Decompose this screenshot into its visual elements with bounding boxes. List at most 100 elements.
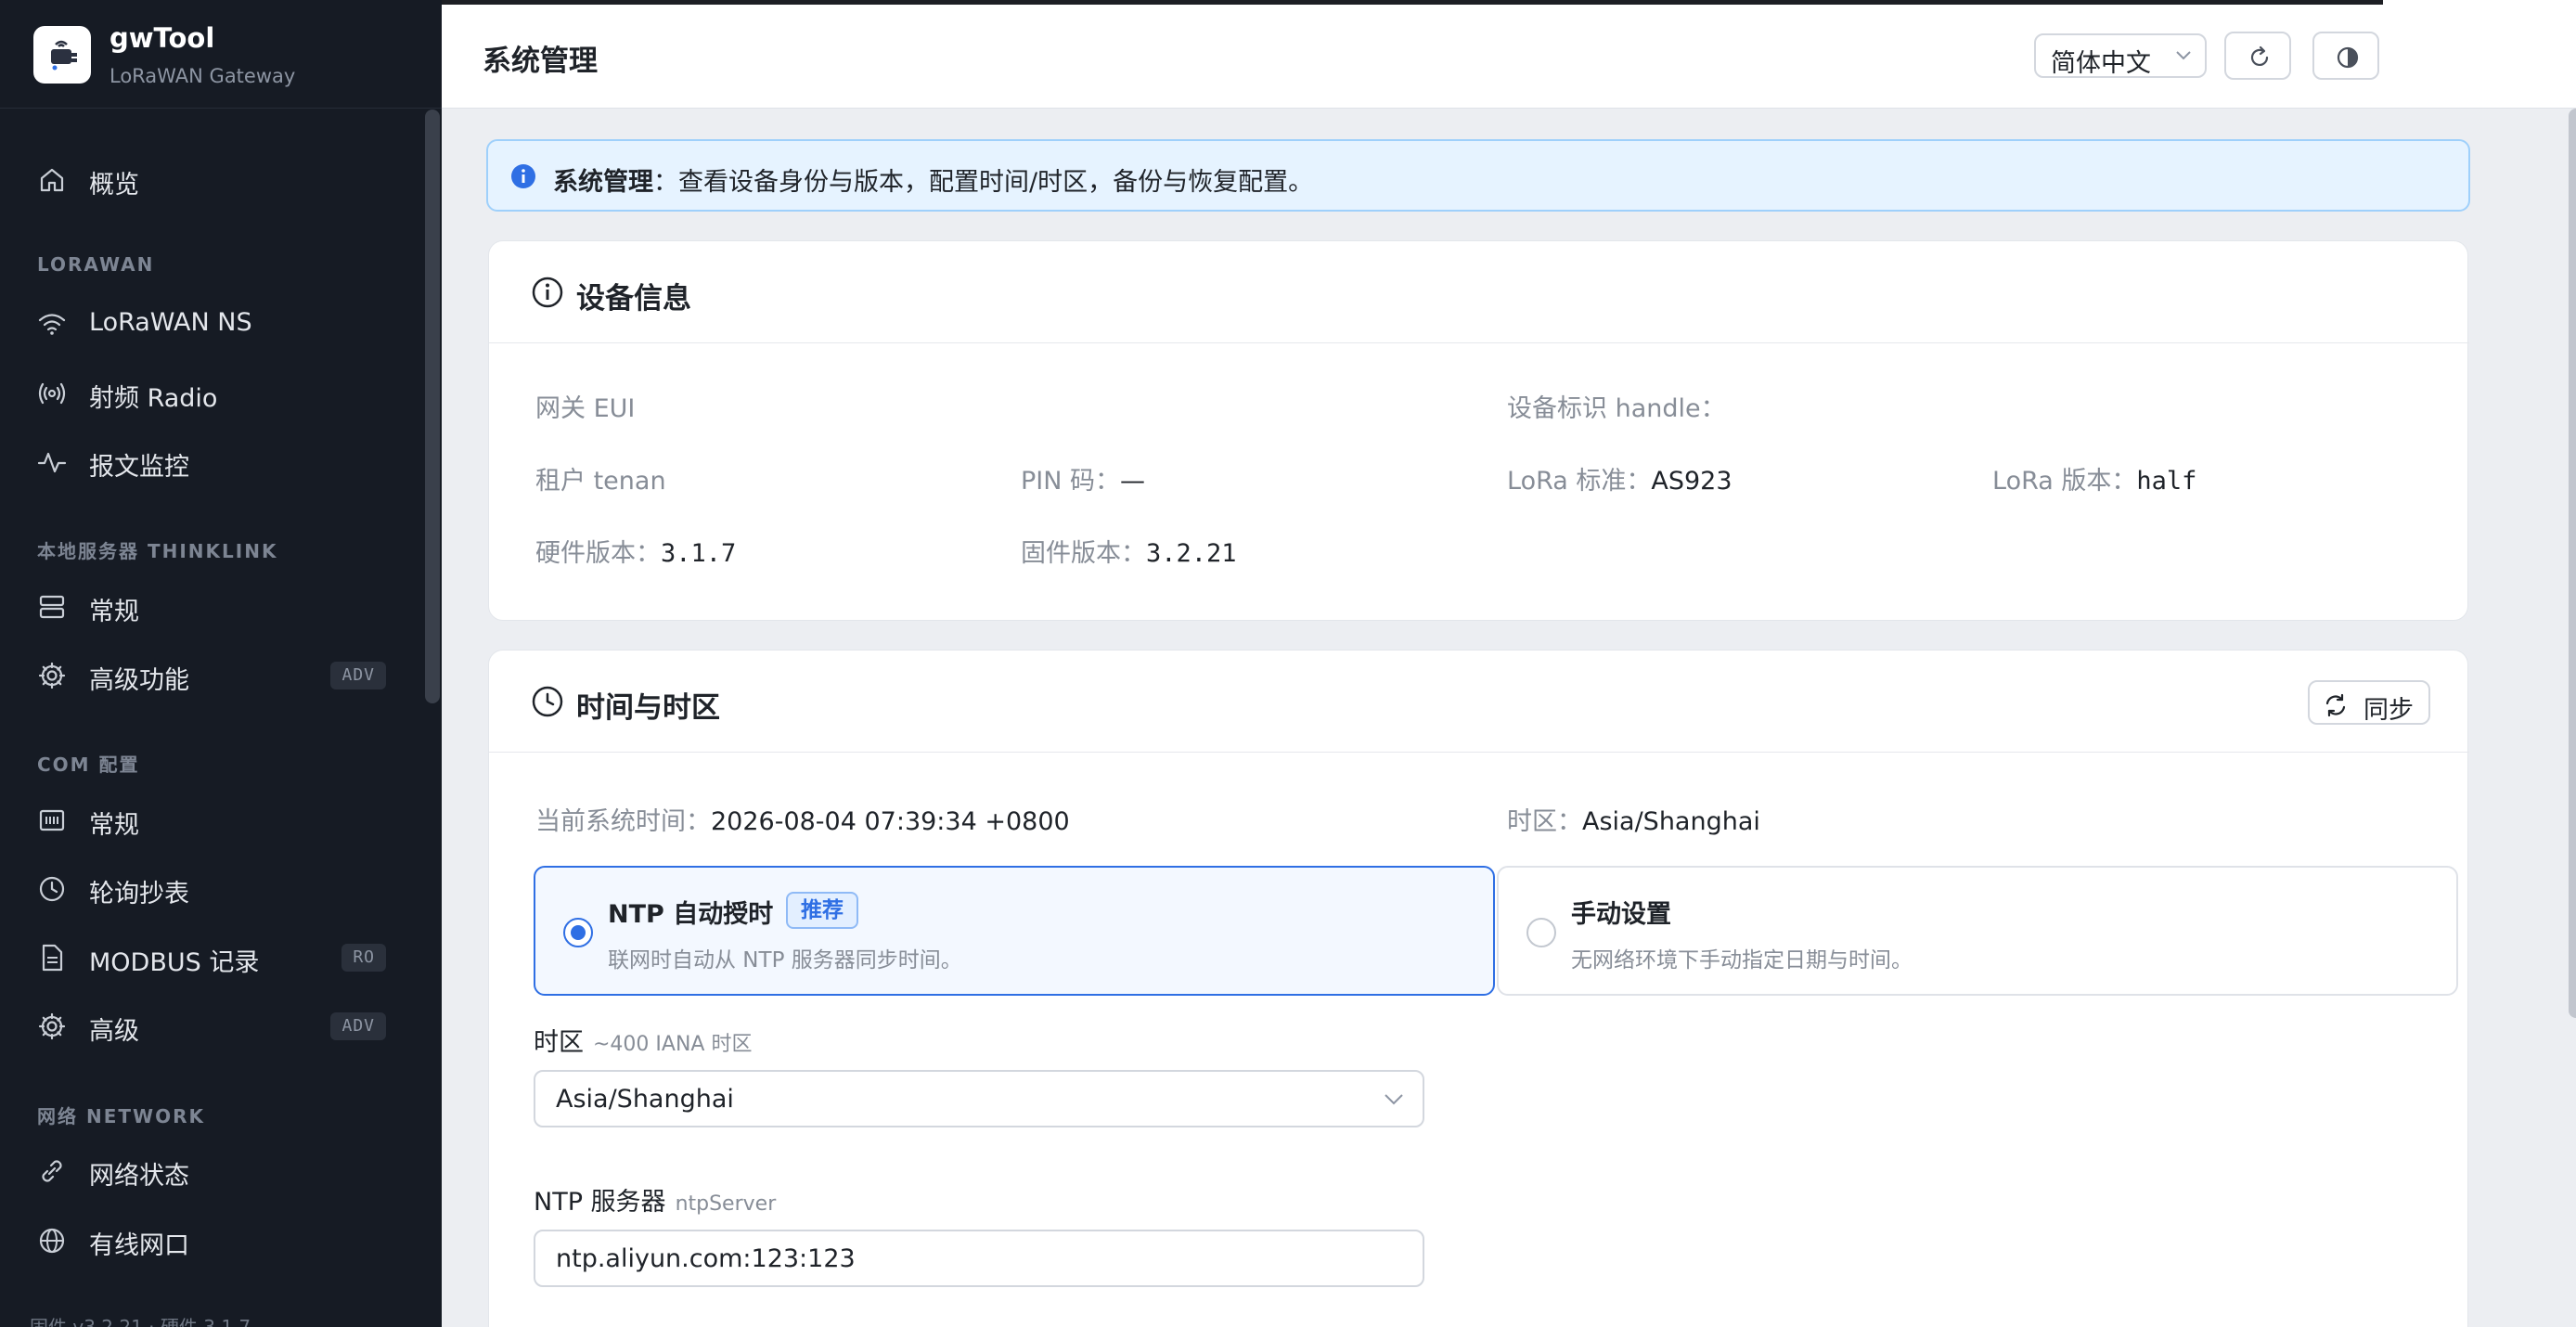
section-lorawan: LORAWAN: [37, 253, 155, 276]
chevron-down-icon: [1385, 1094, 1403, 1105]
gateway-logo-icon: [33, 26, 91, 84]
section-thinklink: 本地服务器 THINKLINK: [37, 540, 278, 562]
timezone-select-value: Asia/Shanghai: [556, 1085, 734, 1114]
info-alert: 系统管理：查看设备身份与版本，配置时间/时区，备份与恢复配置。: [486, 139, 2470, 212]
ntp-server-input[interactable]: ntp.aliyun.com:123:123: [534, 1230, 1424, 1287]
info-outline-icon: [532, 277, 563, 308]
ntp-option-desc: 联网时自动从 NTP 服务器同步时间。: [608, 948, 962, 973]
sidebar-item-label: 射频 Radio: [89, 384, 218, 413]
gear-icon: [38, 1012, 66, 1040]
sidebar-item-label: 常规: [89, 598, 139, 626]
timezone-value: Asia/Shanghai: [1582, 807, 1760, 836]
top-header: 系统管理 简体中文: [442, 0, 2576, 109]
pin-field: PIN 码：—: [1021, 467, 1146, 496]
radio-signal-icon: [38, 382, 66, 405]
hardware-version-field: 硬件版本：3.1.7: [535, 539, 737, 568]
firmware-version-field: 固件版本：3.2.21: [1021, 539, 1237, 568]
card-header: 时间与时区 同步: [489, 651, 2469, 753]
refresh-icon: [2250, 45, 2269, 66]
sidebar-item-thinklink-general[interactable]: 常规: [0, 578, 423, 636]
page-title: 系统管理: [483, 45, 598, 78]
brand-subtitle: LoRaWAN Gateway: [109, 65, 296, 87]
alert-body: ：查看设备身份与版本，配置时间/时区，备份与恢复配置。: [653, 168, 1314, 197]
lora-standard-field: LoRa 标准：AS923: [1507, 467, 1732, 496]
wifi-icon: [38, 314, 66, 335]
clock-icon: [39, 876, 65, 902]
sync-button[interactable]: 同步: [2308, 680, 2430, 725]
recommended-tag: 推荐: [786, 892, 858, 929]
gateway-eui-field: 网关 EUI: [535, 394, 636, 423]
sidebar-scrollbar[interactable]: [425, 110, 440, 703]
language-value: 简体中文: [2051, 49, 2151, 78]
current-time-field: 当前系统时间：2026-08-04 07:39:34 +0800: [535, 807, 1070, 836]
sync-icon: [2325, 693, 2346, 717]
document-icon: [42, 944, 63, 972]
server-icon: [39, 595, 65, 619]
timezone-field: 时区：Asia/Shanghai: [1507, 807, 1760, 836]
link-icon: [42, 1160, 62, 1182]
top-progress-line: [442, 0, 2383, 5]
activity-icon: [37, 452, 67, 473]
tenant-field: 租户 tenan: [535, 467, 666, 496]
ntp-radio[interactable]: [563, 918, 593, 947]
sidebar-item-label: 高级: [89, 1017, 139, 1046]
brand-title: gwTool: [109, 22, 215, 54]
sidebar-item-com-general[interactable]: 常规: [0, 792, 423, 849]
section-com: COM 配置: [37, 754, 140, 776]
contrast-icon: [2337, 46, 2359, 69]
sidebar-item-radio[interactable]: 射频 Radio: [0, 365, 423, 422]
ntp-option-title: NTP 自动授时: [608, 900, 774, 929]
clock-icon: [532, 686, 563, 717]
manual-option-title: 手动设置: [1571, 900, 1671, 929]
manual-option[interactable]: 手动设置 无网络环境下手动指定日期与时间。: [1497, 866, 2458, 996]
theme-toggle-button[interactable]: [2312, 32, 2379, 80]
sidebar-item-packet-monitor[interactable]: 报文监控: [0, 433, 423, 491]
sidebar-item-label: 有线网口: [89, 1231, 189, 1260]
lora-version-value: half: [2136, 467, 2197, 496]
brand: gwTool LoRaWAN Gateway: [0, 0, 442, 109]
alert-text: 系统管理：查看设备身份与版本，配置时间/时区，备份与恢复配置。: [553, 161, 1313, 198]
timezone-select[interactable]: Asia/Shanghai: [534, 1070, 1424, 1127]
current-time-value: 2026-08-04 07:39:34 +0800: [711, 807, 1070, 836]
globe-icon: [39, 1228, 65, 1254]
alert-title: 系统管理: [553, 168, 653, 197]
time-timezone-card: 时间与时区 同步 当前系统时间：2026-08-04 07:39:34 +080…: [488, 650, 2469, 1327]
firmware-footer: 固件 v3.2.21 · 硬件 3.1.7: [30, 1316, 251, 1327]
sidebar-item-lorawan-ns[interactable]: LoRaWAN NS: [0, 295, 423, 353]
ntp-server-value: ntp.aliyun.com:123:123: [556, 1244, 856, 1273]
section-network: 网络 NETWORK: [37, 1105, 205, 1127]
card-title: 时间与时区: [576, 691, 720, 725]
sidebar-item-com-modbus-log[interactable]: MODBUS 记录 RO: [0, 929, 423, 986]
sidebar-item-wired-port[interactable]: 有线网口: [0, 1212, 423, 1269]
card-title: 设备信息: [576, 282, 691, 316]
sidebar-item-overview[interactable]: 概览: [0, 151, 423, 209]
firmware-version-value: 3.2.21: [1146, 539, 1237, 568]
handle-field: 设备标识 handle：: [1507, 394, 1726, 423]
sidebar-item-label: 概览: [89, 171, 139, 200]
timezone-select-label: 时区 ~400 IANA 时区: [534, 1028, 753, 1057]
lora-standard-value: AS923: [1651, 467, 1732, 496]
card-header: 设备信息: [489, 241, 2469, 343]
main-scrollbar[interactable]: [2569, 109, 2576, 1018]
language-select[interactable]: 简体中文: [2034, 33, 2207, 78]
ntp-option[interactable]: NTP 自动授时 推荐 联网时自动从 NTP 服务器同步时间。: [534, 866, 1495, 996]
sidebar-item-com-advanced[interactable]: 高级 ADV: [0, 998, 423, 1055]
sidebar-item-network-status[interactable]: 网络状态: [0, 1142, 423, 1200]
sidebar: gwTool LoRaWAN Gateway 概览 LORAWAN LoRaWA…: [0, 0, 442, 1327]
sidebar-item-label: 轮询抄表: [89, 880, 189, 908]
adv-badge: ADV: [330, 662, 386, 689]
lora-version-field: LoRa 版本：half: [1992, 467, 2197, 496]
sidebar-item-com-polling[interactable]: 轮询抄表: [0, 860, 423, 918]
pin-value: —: [1120, 467, 1146, 496]
sidebar-item-label: 常规: [89, 811, 139, 840]
manual-option-desc: 无网络环境下手动指定日期与时间。: [1571, 948, 1913, 973]
sidebar-item-thinklink-advanced[interactable]: 高级功能 ADV: [0, 647, 423, 704]
info-icon: [511, 164, 535, 188]
port-icon: [39, 809, 65, 831]
device-info-card: 设备信息 网关 EUI 设备标识 handle： 租户 tenan PIN 码：…: [488, 240, 2469, 621]
ro-badge: RO: [341, 944, 386, 972]
manual-radio[interactable]: [1526, 918, 1556, 947]
adv-badge: ADV: [330, 1012, 386, 1040]
refresh-button[interactable]: [2224, 32, 2291, 80]
chevron-down-icon: [2176, 51, 2191, 60]
